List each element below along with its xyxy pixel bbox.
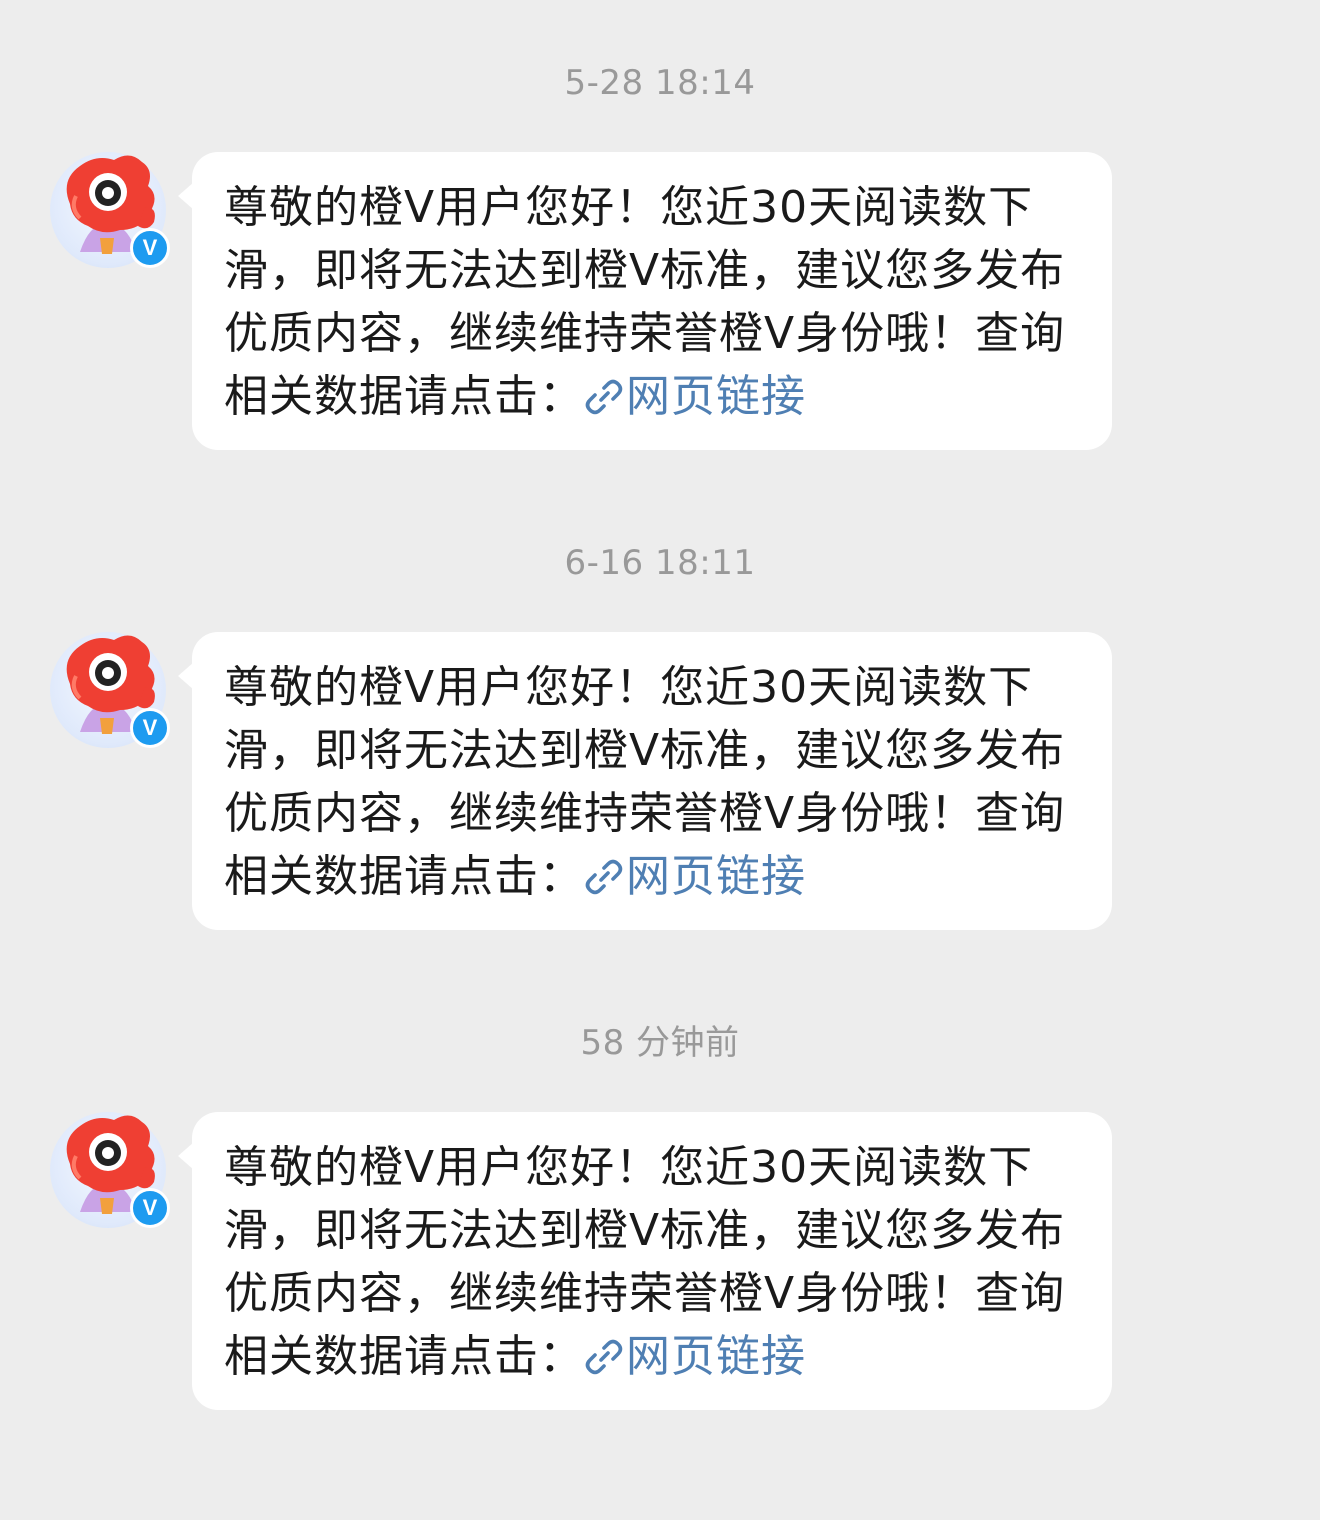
message-text-block: 尊敬的橙V用户您好！您近30天阅读数下滑，即将无法达到橙V标准，建议您多发布优质… [224, 656, 1086, 908]
verified-badge-icon: V [130, 708, 170, 748]
sender-avatar[interactable]: V [50, 152, 170, 268]
message-row: V 尊敬的橙V用户您好！您近30天阅读数下滑，即将无法达到橙V标准，建议您多发布… [0, 152, 1320, 452]
message-text-block: 尊敬的橙V用户您好！您近30天阅读数下滑，即将无法达到橙V标准，建议您多发布优质… [224, 176, 1086, 428]
link-icon [585, 379, 623, 415]
message-timestamp: 6-16 18:11 [564, 543, 756, 583]
link-icon [585, 1339, 623, 1375]
sender-avatar[interactable]: V [50, 632, 170, 748]
web-link-label: 网页链接 [626, 1331, 806, 1382]
verified-badge-icon: V [130, 228, 170, 268]
message-bubble[interactable]: 尊敬的橙V用户您好！您近30天阅读数下滑，即将无法达到橙V标准，建议您多发布优质… [178, 632, 1112, 930]
message-timestamp: 58 分钟前 [580, 1023, 740, 1063]
sender-avatar[interactable]: V [50, 1112, 170, 1228]
web-link-label: 网页链接 [626, 851, 806, 902]
message-text-block: 尊敬的橙V用户您好！您近30天阅读数下滑，即将无法达到橙V标准，建议您多发布优质… [224, 1136, 1086, 1388]
web-link[interactable]: 网页链接 [584, 1331, 806, 1382]
verified-badge-icon: V [130, 1188, 170, 1228]
link-icon [585, 859, 623, 895]
chat-thread: 5-28 18:14 V 尊敬的橙V用户您好！您近30天阅读数下滑，即将无法达到… [0, 0, 1320, 1520]
message-bubble[interactable]: 尊敬的橙V用户您好！您近30天阅读数下滑，即将无法达到橙V标准，建议您多发布优质… [178, 152, 1112, 450]
message-row: V 尊敬的橙V用户您好！您近30天阅读数下滑，即将无法达到橙V标准，建议您多发布… [0, 1112, 1320, 1412]
web-link-label: 网页链接 [626, 371, 806, 422]
web-link[interactable]: 网页链接 [584, 851, 806, 902]
web-link[interactable]: 网页链接 [584, 371, 806, 422]
message-bubble[interactable]: 尊敬的橙V用户您好！您近30天阅读数下滑，即将无法达到橙V标准，建议您多发布优质… [178, 1112, 1112, 1410]
message-row: V 尊敬的橙V用户您好！您近30天阅读数下滑，即将无法达到橙V标准，建议您多发布… [0, 632, 1320, 932]
message-timestamp: 5-28 18:14 [564, 63, 756, 103]
